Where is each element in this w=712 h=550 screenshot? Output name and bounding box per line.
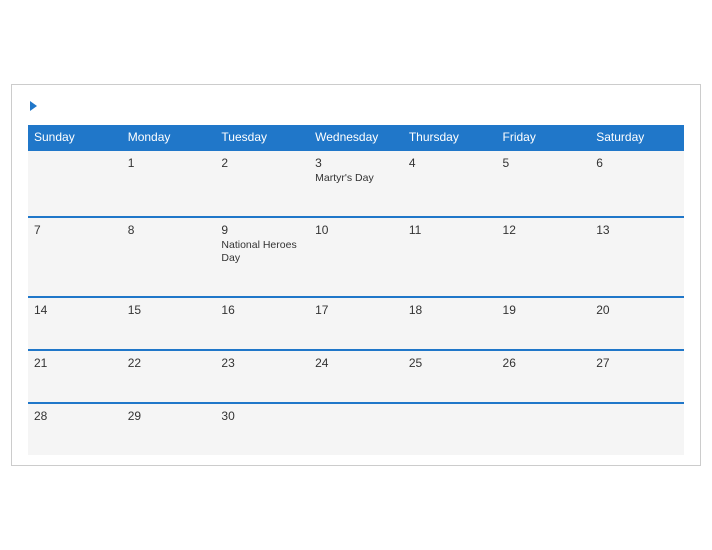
calendar-cell: 30 — [215, 403, 309, 455]
day-number: 27 — [596, 356, 678, 370]
day-number: 1 — [128, 156, 210, 170]
week-row-2: 14 15 16 17 18 19 20 — [28, 297, 684, 350]
calendar-cell: 3 Martyr's Day — [309, 150, 403, 217]
calendar-cell: 14 — [28, 297, 122, 350]
calendar-cell — [590, 403, 684, 455]
calendar-cell: 7 — [28, 217, 122, 297]
day-number: 20 — [596, 303, 678, 317]
day-number: 17 — [315, 303, 397, 317]
calendar-thead: SundayMondayTuesdayWednesdayThursdayFrid… — [28, 125, 684, 150]
weekday-header-thursday: Thursday — [403, 125, 497, 150]
calendar-cell: 25 — [403, 350, 497, 403]
calendar-cell: 19 — [497, 297, 591, 350]
calendar-cell: 23 — [215, 350, 309, 403]
day-number: 11 — [409, 223, 491, 237]
holiday-label: Martyr's Day — [315, 172, 397, 186]
day-number: 19 — [503, 303, 585, 317]
calendar-cell — [403, 403, 497, 455]
day-number: 30 — [221, 409, 303, 423]
day-number: 25 — [409, 356, 491, 370]
day-number: 26 — [503, 356, 585, 370]
calendar-grid: SundayMondayTuesdayWednesdayThursdayFrid… — [28, 125, 684, 455]
weekday-header-row: SundayMondayTuesdayWednesdayThursdayFrid… — [28, 125, 684, 150]
calendar-cell: 8 — [122, 217, 216, 297]
day-number: 29 — [128, 409, 210, 423]
calendar-cell: 5 — [497, 150, 591, 217]
calendar-cell: 4 — [403, 150, 497, 217]
weekday-header-sunday: Sunday — [28, 125, 122, 150]
day-number: 18 — [409, 303, 491, 317]
day-number: 5 — [503, 156, 585, 170]
day-number: 28 — [34, 409, 116, 423]
calendar-cell: 16 — [215, 297, 309, 350]
day-number: 10 — [315, 223, 397, 237]
day-number: 21 — [34, 356, 116, 370]
day-number: 15 — [128, 303, 210, 317]
week-row-1: 789 National Heroes Day 10 11 12 13 — [28, 217, 684, 297]
week-row-4: 28 29 30 — [28, 403, 684, 455]
calendar-cell: 28 — [28, 403, 122, 455]
calendar-cell: 26 — [497, 350, 591, 403]
calendar-cell: 24 — [309, 350, 403, 403]
day-number: 22 — [128, 356, 210, 370]
calendar-cell — [497, 403, 591, 455]
calendar-cell: 13 — [590, 217, 684, 297]
logo-triangle-icon — [30, 101, 37, 111]
calendar-cell — [309, 403, 403, 455]
weekday-header-tuesday: Tuesday — [215, 125, 309, 150]
logo-blue-text — [28, 101, 37, 111]
day-number: 6 — [596, 156, 678, 170]
day-number: 13 — [596, 223, 678, 237]
calendar-cell — [28, 150, 122, 217]
day-number: 24 — [315, 356, 397, 370]
day-number: 23 — [221, 356, 303, 370]
day-number: 9 — [221, 223, 303, 237]
calendar-cell: 9 National Heroes Day — [215, 217, 309, 297]
calendar-cell: 29 — [122, 403, 216, 455]
day-number: 7 — [34, 223, 116, 237]
weekday-header-wednesday: Wednesday — [309, 125, 403, 150]
calendar-cell: 21 — [28, 350, 122, 403]
calendar-cell: 12 — [497, 217, 591, 297]
calendar-cell: 10 — [309, 217, 403, 297]
week-row-0: 123 Martyr's Day 456 — [28, 150, 684, 217]
calendar-cell: 11 — [403, 217, 497, 297]
day-number: 12 — [503, 223, 585, 237]
day-number: 4 — [409, 156, 491, 170]
calendar-cell: 15 — [122, 297, 216, 350]
weekday-header-monday: Monday — [122, 125, 216, 150]
calendar-cell: 20 — [590, 297, 684, 350]
calendar-cell: 17 — [309, 297, 403, 350]
calendar-header — [28, 101, 684, 111]
day-number: 2 — [221, 156, 303, 170]
day-number: 14 — [34, 303, 116, 317]
logo — [28, 101, 37, 111]
calendar-container: SundayMondayTuesdayWednesdayThursdayFrid… — [11, 84, 701, 466]
calendar-cell: 1 — [122, 150, 216, 217]
weekday-header-friday: Friday — [497, 125, 591, 150]
calendar-tbody: 123Martyr's Day456789National Heroes Day… — [28, 150, 684, 455]
calendar-cell: 27 — [590, 350, 684, 403]
calendar-cell: 18 — [403, 297, 497, 350]
weekday-header-saturday: Saturday — [590, 125, 684, 150]
calendar-cell: 2 — [215, 150, 309, 217]
calendar-cell: 6 — [590, 150, 684, 217]
day-number: 3 — [315, 156, 397, 170]
calendar-cell: 22 — [122, 350, 216, 403]
week-row-3: 21 22 23 24 25 26 27 — [28, 350, 684, 403]
holiday-label: National Heroes Day — [221, 239, 303, 266]
day-number: 16 — [221, 303, 303, 317]
day-number: 8 — [128, 223, 210, 237]
